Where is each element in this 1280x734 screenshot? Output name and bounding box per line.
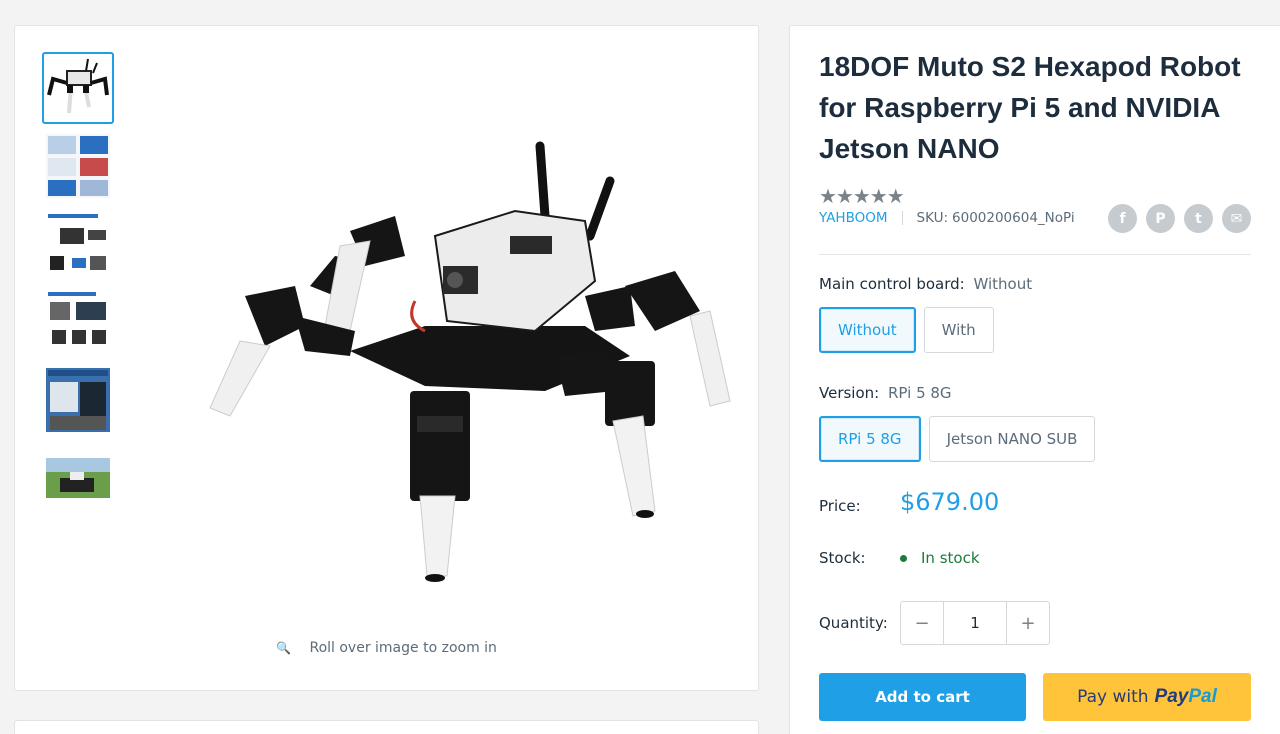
leg-left-mid-servo [245,286,305,346]
quantity-label: Quantity: [819,614,888,632]
sku-label: SKU: [916,210,949,226]
antenna-right [585,176,615,241]
paypal-logo: PayPal [1154,686,1217,707]
version-swatches: RPi 5 8G Jetson NANO SUB [819,416,1096,462]
meta-divider [901,211,903,225]
thumbnail-list [42,52,114,520]
board-option-label: Main control board: Without [819,275,1032,293]
swatch-with[interactable]: With [923,307,994,353]
board-swatches: Without With [819,307,994,353]
swatch-without[interactable]: Without [819,307,916,353]
board-label-text: Main control board: [819,275,965,293]
stock-value: In stock [921,549,980,567]
quantity-increase-button[interactable]: + [1007,602,1049,644]
rating-stars[interactable]: ★★★★★ [819,184,905,208]
description-card [14,720,759,734]
twitter-icon[interactable]: t [1184,204,1213,233]
share-buttons: f P t ✉ [1108,204,1251,233]
version-selected-value: RPi 5 8G [888,384,952,402]
pinterest-icon[interactable]: P [1146,204,1175,233]
stock-dot-icon [900,554,907,562]
product-title: 18DOF Muto S2 Hexapod Robot for Raspberr… [819,51,1241,164]
paypal-button[interactable]: Pay with PayPal [1043,673,1251,721]
zoom-hint-text: Roll over image to zoom in [309,640,497,656]
zoom-hint: 🔍 Roll over image to zoom in [15,640,758,656]
vendor-link[interactable]: YAHBOOM [819,210,888,226]
product-info-card: 18DOF Muto S2 Hexapod Robot for Raspberr… [789,25,1280,734]
paypal-prefix: Pay with [1077,687,1149,707]
swatch-rpi5-8g[interactable]: RPi 5 8G [819,416,921,462]
stock-status: In stock [900,549,980,567]
quantity-decrease-button[interactable]: − [901,602,943,644]
add-to-cart-button[interactable]: Add to cart [819,673,1026,721]
quantity-stepper: − 1 + [900,601,1050,645]
thumbnail-1[interactable] [42,52,114,124]
price-label: Price: [819,497,861,515]
version-label-text: Version: [819,384,880,402]
stock-label: Stock: [819,549,866,567]
product-meta: YAHBOOM SKU: 6000200604_NoPi [819,210,1075,226]
thumbnail-5[interactable] [42,364,114,436]
leg-front-center-servo [410,391,470,501]
sku-value: 6000200604_NoPi [952,210,1075,226]
product-gallery: 🔍 Roll over image to zoom in [14,25,759,691]
robot-display [510,236,552,254]
price-value: $679.00 [900,488,1000,516]
thumbnail-3[interactable] [42,208,114,280]
thumbnail-4[interactable] [42,286,114,358]
board-selected-value: Without [973,275,1033,293]
email-icon[interactable]: ✉ [1222,204,1251,233]
antenna-left [535,141,550,221]
version-option-label: Version: RPi 5 8G [819,384,952,402]
facebook-icon[interactable]: f [1108,204,1137,233]
swatch-jetson-nano-sub[interactable]: Jetson NANO SUB [928,416,1096,462]
divider [819,254,1251,255]
search-icon: 🔍 [276,641,292,655]
leg-right-rear-servo [605,361,655,426]
quantity-input[interactable]: 1 [943,602,1007,644]
thumbnail-2[interactable] [42,130,114,202]
product-main-image[interactable] [185,116,745,596]
thumbnail-6[interactable] [42,442,114,514]
leg-right-front-servo [625,271,700,331]
